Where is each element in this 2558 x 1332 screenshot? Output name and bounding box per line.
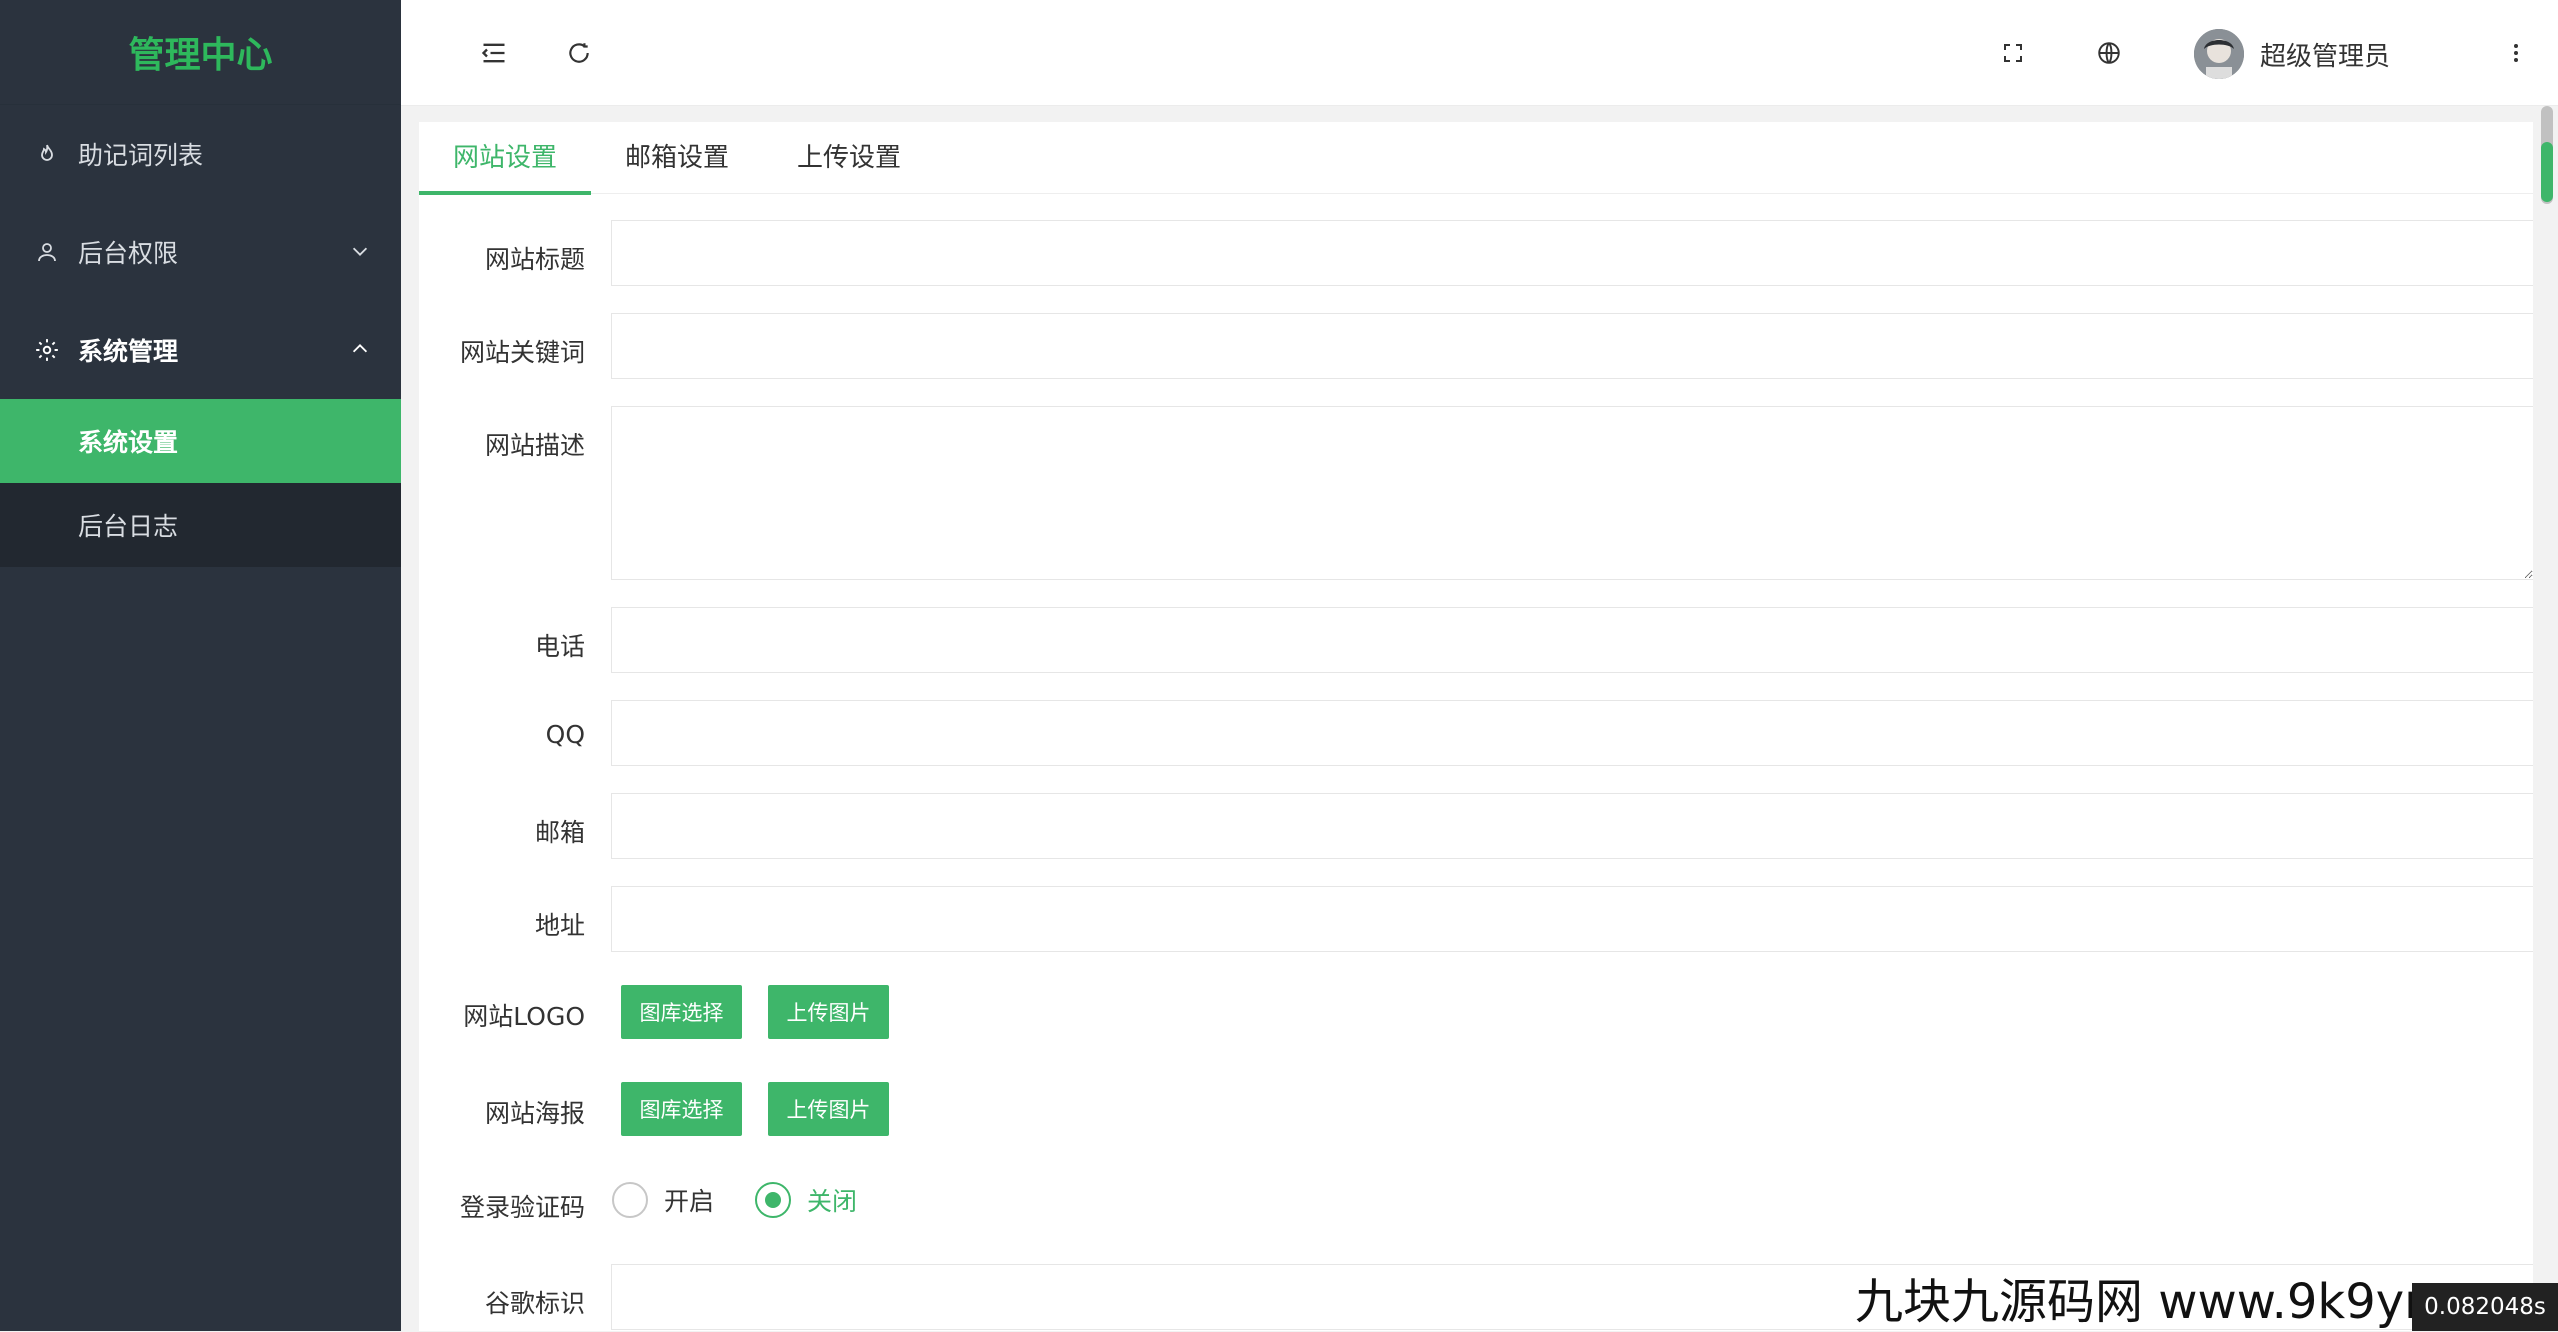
description-textarea[interactable] [611, 406, 2533, 580]
submenu-system: 系统设置 后台日志 [0, 399, 401, 567]
description-label: 网站描述 [484, 431, 585, 460]
logo-title: 管理中心 [0, 0, 401, 105]
username: 超级管理员 [2260, 41, 2391, 72]
sidebar-item-label: 后台权限 [78, 239, 179, 268]
address-input[interactable] [611, 886, 2533, 952]
chevron-up-icon [349, 337, 371, 366]
sidebar-item-label: 助记词列表 [78, 141, 204, 170]
keywords-label: 网站关键词 [459, 338, 585, 367]
sidebar-item-system-management[interactable]: 系统管理 [0, 301, 401, 399]
timer-badge: 0.082048s [2412, 1283, 2558, 1331]
captcha-off-radio[interactable]: 关闭 [755, 1182, 857, 1218]
qq-label: QQ [545, 720, 585, 749]
chevron-down-icon [349, 239, 371, 268]
logo-gallery-button[interactable]: 图库选择 [621, 985, 742, 1039]
page-scrollbar[interactable] [2538, 106, 2558, 1331]
tab-email-settings[interactable]: 邮箱设置 [591, 122, 763, 194]
phone-input[interactable] [611, 607, 2533, 673]
settings-panel: 网站设置 邮箱设置 上传设置 网站标题 网站关键词 网站描述 电话 QQ 邮箱 … [419, 122, 2533, 1331]
sidebar: 管理中心 助记词列表 后台权限 系统管理 系统设置 后台日志 [0, 0, 401, 1331]
fullscreen-icon[interactable] [1988, 28, 2038, 78]
avatar [2194, 29, 2244, 79]
logo-upload-button[interactable]: 上传图片 [768, 985, 889, 1039]
email-label: 邮箱 [534, 818, 585, 847]
logo-label: 网站LOGO [463, 1002, 585, 1031]
keywords-input[interactable] [611, 313, 2533, 379]
sidebar-item-admin-permission[interactable]: 后台权限 [0, 203, 401, 301]
captcha-label: 登录验证码 [459, 1193, 585, 1222]
poster-label: 网站海报 [484, 1099, 585, 1128]
google-label: 谷歌标识 [484, 1289, 585, 1318]
poster-gallery-button[interactable]: 图库选择 [621, 1082, 742, 1136]
top-header: 超级管理员 [401, 0, 2558, 106]
gear-icon [34, 337, 60, 363]
flame-icon [34, 141, 60, 167]
captcha-on-label: 开启 [664, 1187, 715, 1216]
sidebar-item-label: 系统管理 [78, 337, 179, 366]
poster-upload-button[interactable]: 上传图片 [768, 1082, 889, 1136]
scrollbar-thumb-accent [2541, 142, 2553, 202]
menu-toggle-icon[interactable] [469, 28, 519, 78]
radio-circle [612, 1182, 648, 1218]
sidebar-item-system-settings[interactable]: 系统设置 [0, 399, 401, 483]
email-input[interactable] [611, 793, 2533, 859]
site-title-input[interactable] [611, 220, 2533, 286]
qq-input[interactable] [611, 700, 2533, 766]
tab-site-settings[interactable]: 网站设置 [419, 122, 592, 195]
radio-circle-checked [755, 1182, 791, 1218]
refresh-icon[interactable] [554, 28, 604, 78]
settings-tabs: 网站设置 邮箱设置 上传设置 [419, 122, 2533, 195]
tab-upload-settings[interactable]: 上传设置 [763, 122, 935, 194]
user-menu[interactable]: 超级管理员 [2194, 26, 2390, 82]
sidebar-item-admin-log[interactable]: 后台日志 [0, 483, 401, 567]
captcha-off-label: 关闭 [807, 1187, 858, 1216]
globe-icon[interactable] [2084, 28, 2134, 78]
captcha-on-radio[interactable]: 开启 [612, 1182, 714, 1218]
more-vertical-icon[interactable] [2491, 28, 2541, 78]
sidebar-item-mnemonic-list[interactable]: 助记词列表 [0, 105, 401, 203]
address-label: 地址 [534, 911, 585, 940]
user-icon [34, 239, 60, 265]
site-title-label: 网站标题 [484, 245, 585, 274]
phone-label: 电话 [534, 632, 585, 661]
